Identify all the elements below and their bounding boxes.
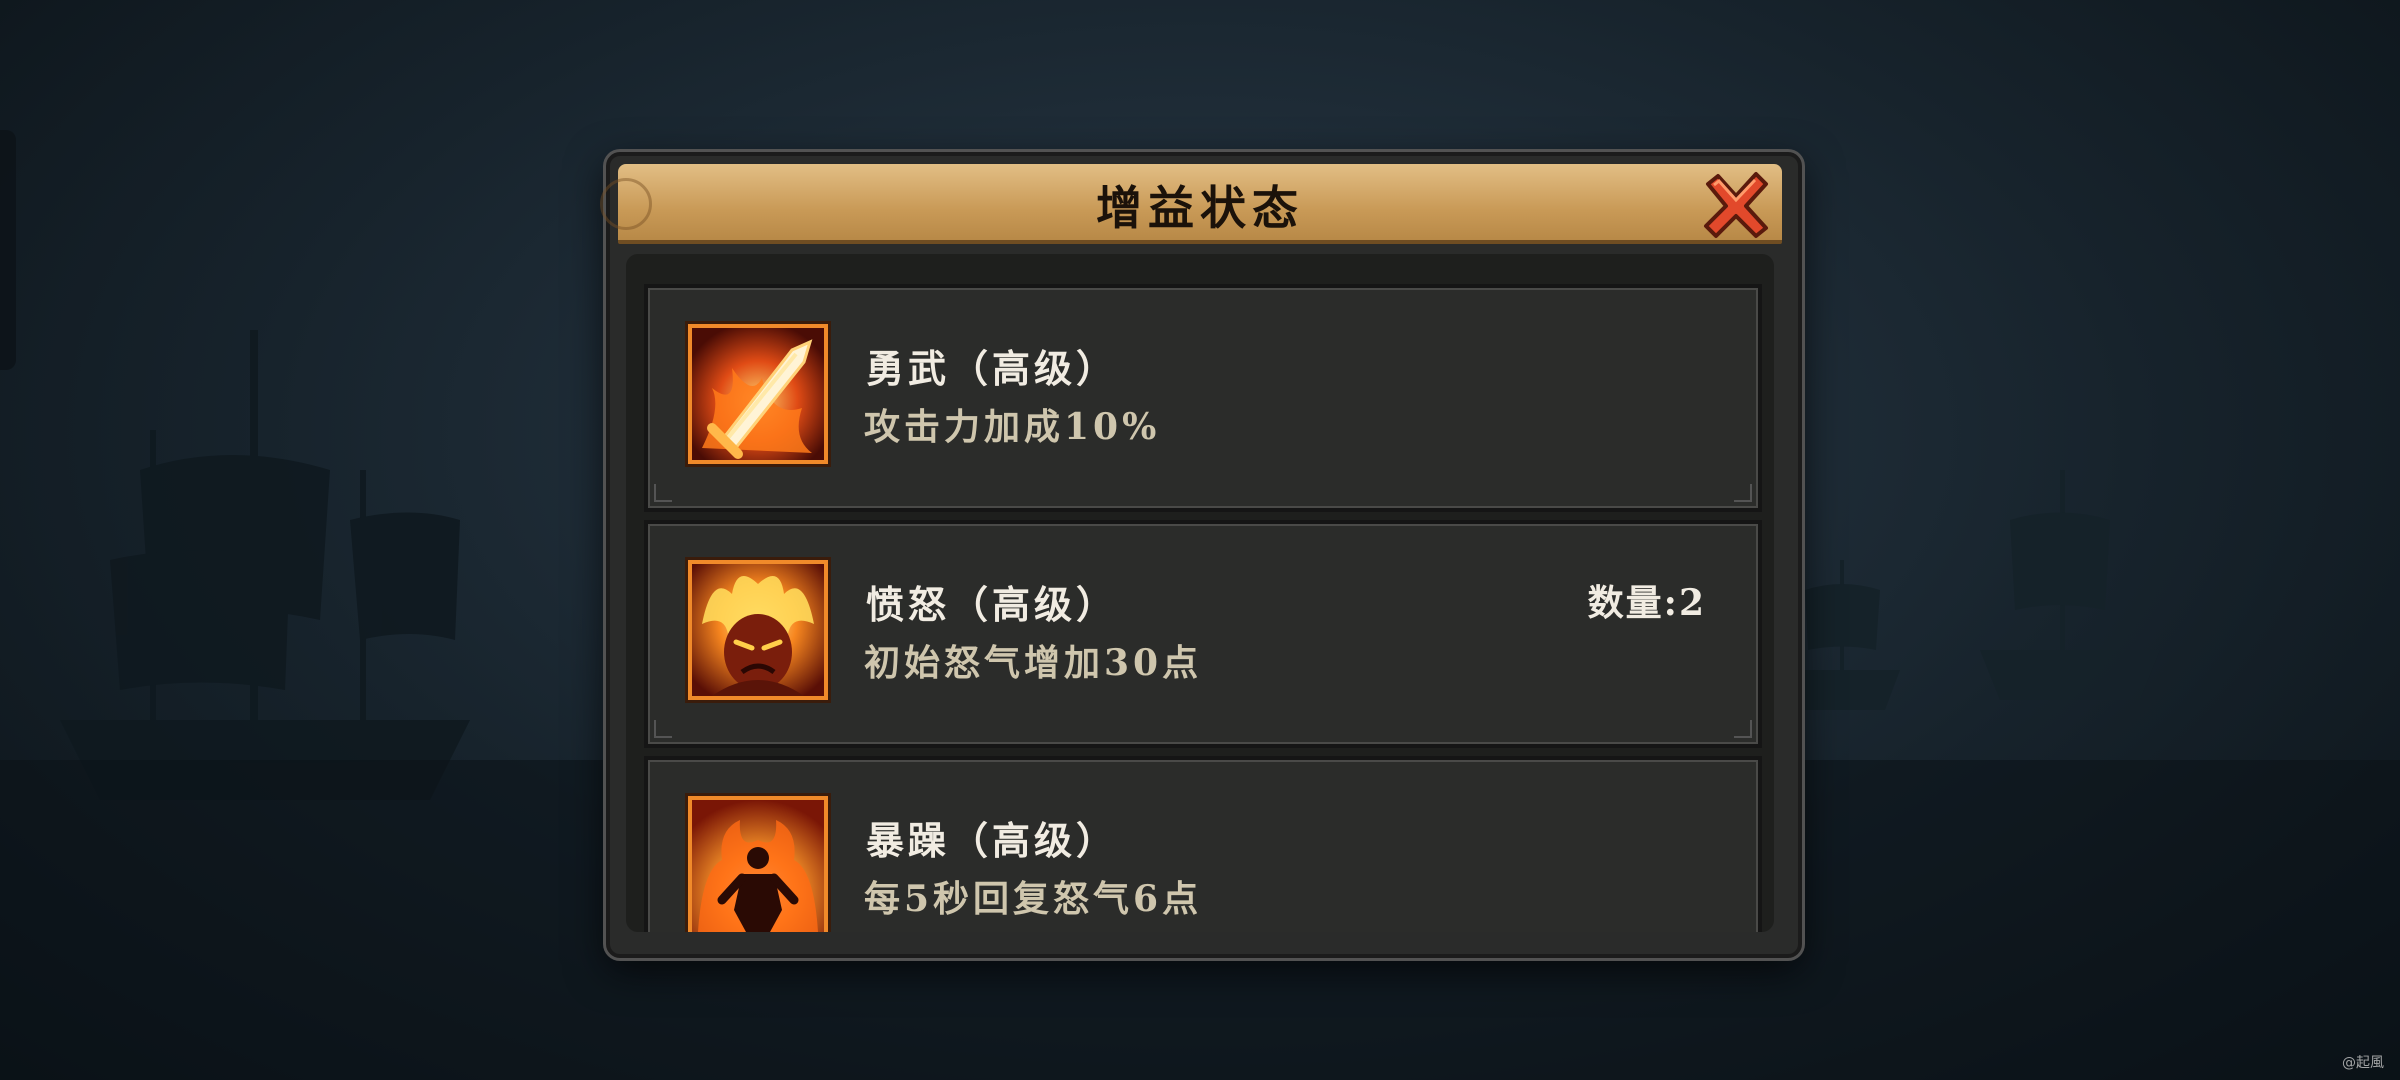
buff-card: 暴躁（高级） 每5秒回复怒气6点 <box>644 756 1762 932</box>
buff-description: 初始怒气增加30点 <box>864 642 1203 684</box>
buff-stack-count: 数量:2 <box>1587 582 1706 624</box>
card-corner-ornament <box>1734 720 1752 738</box>
flaming-sword-icon <box>692 328 824 460</box>
buff-name: 愤怒（高级） <box>866 582 1119 627</box>
buff-icon-frame <box>688 796 828 932</box>
close-button[interactable] <box>1700 170 1772 242</box>
close-x-icon <box>1704 172 1768 238</box>
buff-icon-frame <box>688 560 828 700</box>
card-corner-ornament <box>654 484 672 502</box>
watermark: @起風 <box>2342 1055 2384 1071</box>
card-corner-ornament <box>1734 484 1752 502</box>
buff-name: 暴躁（高级） <box>866 818 1119 863</box>
buff-list[interactable]: 勇武（高级） 攻击力加成10% 愤怒（高级） 数量:2 初始怒气增加30点 暴躁… <box>626 254 1774 932</box>
dialog-header: 增益状态 <box>600 164 1782 244</box>
buff-description: 攻击力加成10% <box>864 406 1161 448</box>
buff-name: 勇武（高级） <box>866 346 1119 391</box>
card-corner-ornament <box>654 720 672 738</box>
buff-status-dialog: 增益状态 勇武（高级） 攻击力加成10% 愤怒（高级） 数量:2 初始怒气增加3… <box>600 152 1802 958</box>
buff-card: 勇武（高级） 攻击力加成10% <box>644 284 1762 512</box>
side-tab-edge <box>0 130 16 370</box>
burning-warrior-icon <box>692 800 824 932</box>
dialog-title: 增益状态 <box>1096 181 1304 235</box>
buff-card: 愤怒（高级） 数量:2 初始怒气增加30点 <box>644 520 1762 748</box>
game-scene: 增益状态 勇武（高级） 攻击力加成10% 愤怒（高级） 数量:2 初始怒气增加3… <box>0 0 2400 1080</box>
rage-face-icon <box>692 564 824 696</box>
buff-icon-frame <box>688 324 828 464</box>
buff-description: 每5秒回复怒气6点 <box>864 878 1203 920</box>
